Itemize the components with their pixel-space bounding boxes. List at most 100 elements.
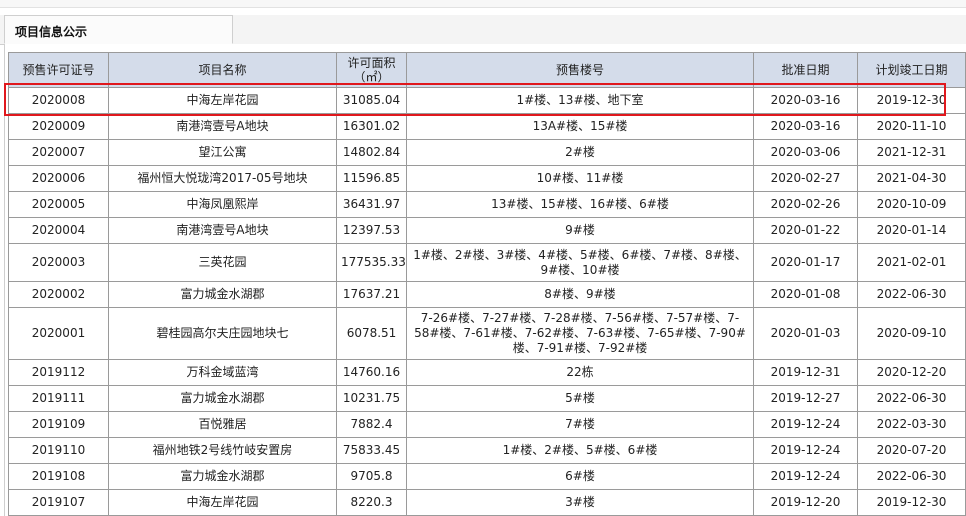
cell-presale-buildings: 8#楼、9#楼 (406, 281, 754, 308)
cell-project-name[interactable]: 中海左岸花园 (108, 87, 337, 114)
cell-presale-buildings: 10#楼、11#楼 (406, 165, 754, 192)
table-row: 2019108 富力城金水湖郡 9705.8 6#楼 2019-12-24 2022-06… (8, 463, 966, 490)
cell-project-name[interactable]: 碧桂园高尔夫庄园地块七 (108, 307, 337, 360)
cell-permit-number: 2019108 (8, 463, 109, 490)
cell-permit-area: 9705.8 (336, 463, 407, 490)
cell-permit-number: 2020007 (8, 139, 109, 166)
cell-project-name[interactable]: 望江公寓 (108, 139, 337, 166)
tab-label: 项目信息公示 (15, 25, 88, 39)
header-completion-date: 计划竣工日期 (857, 52, 966, 88)
header-permit-number: 预售许可证号 (8, 52, 109, 88)
cell-permit-number: 2019107 (8, 489, 109, 516)
cell-presale-buildings: 9#楼 (406, 217, 754, 244)
cell-completion-date: 2022-03-30 (857, 411, 966, 438)
header-approval-date: 批准日期 (753, 52, 858, 88)
cell-permit-number: 2020008 (8, 87, 109, 114)
cell-completion-date: 2020-12-20 (857, 359, 966, 386)
cell-completion-date: 2020-09-10 (857, 307, 966, 360)
cell-completion-date: 2022-06-30 (857, 281, 966, 308)
cell-project-name[interactable]: 富力城金水湖郡 (108, 463, 337, 490)
table-row: 2020001 碧桂园高尔夫庄园地块七 6078.51 7-26#楼、7-27#楼、7… (8, 307, 966, 360)
cell-permit-number: 2020006 (8, 165, 109, 192)
table-row: 2020003 三英花园 177535.33 1#楼、2#楼、3#楼、4#楼、5#楼、… (8, 243, 966, 282)
table-row: 2020006 福州恒大悦珑湾2017-05号地块 11596.85 10#楼、11#… (8, 165, 966, 192)
header-project-name: 项目名称 (108, 52, 337, 88)
cell-completion-date: 2021-02-01 (857, 243, 966, 282)
cell-permit-area: 8220.3 (336, 489, 407, 516)
cell-approval-date: 2020-01-08 (753, 281, 858, 308)
cell-permit-number: 2019112 (8, 359, 109, 386)
cell-approval-date: 2019-12-24 (753, 411, 858, 438)
table-row: 2020002 富力城金水湖郡 17637.21 8#楼、9#楼 2020-01-08 2… (8, 281, 966, 308)
tab-bar: 项目信息公示 (0, 15, 966, 45)
cell-project-name[interactable]: 三英花园 (108, 243, 337, 282)
cell-presale-buildings: 13A#楼、15#楼 (406, 113, 754, 140)
cell-project-name[interactable]: 中海左岸花园 (108, 489, 337, 516)
cell-approval-date: 2019-12-20 (753, 489, 858, 516)
cell-project-name[interactable]: 富力城金水湖郡 (108, 281, 337, 308)
cell-completion-date: 2022-06-30 (857, 385, 966, 412)
cell-presale-buildings: 1#楼、2#楼、3#楼、4#楼、5#楼、6#楼、7#楼、8#楼、9#楼、10#楼 (406, 243, 754, 282)
cell-approval-date: 2019-12-24 (753, 437, 858, 464)
table-header-row: 预售许可证号 项目名称 许可面积（㎡） 预售楼号 批准日期 计划竣工日期 (8, 52, 966, 88)
table-row: 2019112 万科金域蓝湾 14760.16 22栋 2019-12-31 2020-1… (8, 359, 966, 386)
table-row: 2020005 中海凤凰熙岸 36431.97 13#楼、15#楼、16#楼、6#楼 2… (8, 191, 966, 218)
cell-permit-number: 2020003 (8, 243, 109, 282)
cell-presale-buildings: 1#楼、13#楼、地下室 (406, 87, 754, 114)
cell-completion-date: 2022-06-30 (857, 463, 966, 490)
cell-approval-date: 2019-12-24 (753, 463, 858, 490)
cell-permit-area: 14760.16 (336, 359, 407, 386)
cell-project-name[interactable]: 百悦雅居 (108, 411, 337, 438)
table-row: 2019110 福州地铁2号线竹岐安置房 75833.45 1#楼、2#楼、5#楼、6… (8, 437, 966, 464)
cell-completion-date: 2021-12-31 (857, 139, 966, 166)
cell-permit-area: 11596.85 (336, 165, 407, 192)
table-row: 2020004 南港湾壹号A地块 12397.53 9#楼 2020-01-22 2020… (8, 217, 966, 244)
cell-approval-date: 2020-03-16 (753, 87, 858, 114)
cell-project-name[interactable]: 富力城金水湖郡 (108, 385, 337, 412)
cell-completion-date: 2019-12-30 (857, 489, 966, 516)
table-row: 2019107 中海左岸花园 8220.3 3#楼 2019-12-20 2019-12-… (8, 489, 966, 516)
table-row: 2020007 望江公寓 14802.84 2#楼 2020-03-06 2021-12-… (8, 139, 966, 166)
cell-presale-buildings: 7-26#楼、7-27#楼、7-28#楼、7-56#楼、7-57#楼、7-58#… (406, 307, 754, 360)
project-info-table: 预售许可证号 项目名称 许可面积（㎡） 预售楼号 批准日期 计划竣工日期 202… (8, 52, 966, 516)
header-presale-buildings: 预售楼号 (406, 52, 754, 88)
cell-approval-date: 2020-02-26 (753, 191, 858, 218)
cell-permit-number: 2020004 (8, 217, 109, 244)
cell-project-name[interactable]: 南港湾壹号A地块 (108, 217, 337, 244)
cell-approval-date: 2020-03-16 (753, 113, 858, 140)
cell-permit-number: 2019110 (8, 437, 109, 464)
cell-presale-buildings: 1#楼、2#楼、5#楼、6#楼 (406, 437, 754, 464)
cell-presale-buildings: 7#楼 (406, 411, 754, 438)
cell-approval-date: 2020-02-27 (753, 165, 858, 192)
content-panel: 预售许可证号 项目名称 许可面积（㎡） 预售楼号 批准日期 计划竣工日期 202… (4, 44, 966, 516)
cell-approval-date: 2019-12-31 (753, 359, 858, 386)
cell-approval-date: 2020-01-03 (753, 307, 858, 360)
tab-project-info[interactable]: 项目信息公示 (4, 15, 233, 44)
cell-presale-buildings: 2#楼 (406, 139, 754, 166)
cell-permit-area: 6078.51 (336, 307, 407, 360)
cell-completion-date: 2020-10-09 (857, 191, 966, 218)
cell-project-name[interactable]: 福州恒大悦珑湾2017-05号地块 (108, 165, 337, 192)
cell-completion-date: 2020-07-20 (857, 437, 966, 464)
cell-permit-number: 2020009 (8, 113, 109, 140)
cell-permit-number: 2019109 (8, 411, 109, 438)
cell-presale-buildings: 5#楼 (406, 385, 754, 412)
cell-permit-area: 14802.84 (336, 139, 407, 166)
cell-project-name[interactable]: 万科金域蓝湾 (108, 359, 337, 386)
table-row: 2019111 富力城金水湖郡 10231.75 5#楼 2019-12-27 2022-… (8, 385, 966, 412)
cell-permit-area: 75833.45 (336, 437, 407, 464)
cell-permit-area: 16301.02 (336, 113, 407, 140)
cell-project-name[interactable]: 南港湾壹号A地块 (108, 113, 337, 140)
cell-permit-area: 177535.33 (336, 243, 407, 282)
cell-permit-area: 36431.97 (336, 191, 407, 218)
cell-approval-date: 2020-03-06 (753, 139, 858, 166)
table-row: 2020008 中海左岸花园 31085.04 1#楼、13#楼、地下室 2020-03… (8, 87, 966, 114)
cell-presale-buildings: 3#楼 (406, 489, 754, 516)
cell-approval-date: 2020-01-22 (753, 217, 858, 244)
header-permit-area: 许可面积（㎡） (336, 52, 407, 88)
cell-permit-number: 2020005 (8, 191, 109, 218)
cell-completion-date: 2020-01-14 (857, 217, 966, 244)
cell-project-name[interactable]: 中海凤凰熙岸 (108, 191, 337, 218)
table-row: 2020009 南港湾壹号A地块 16301.02 13A#楼、15#楼 2020-03… (8, 113, 966, 140)
cell-project-name[interactable]: 福州地铁2号线竹岐安置房 (108, 437, 337, 464)
